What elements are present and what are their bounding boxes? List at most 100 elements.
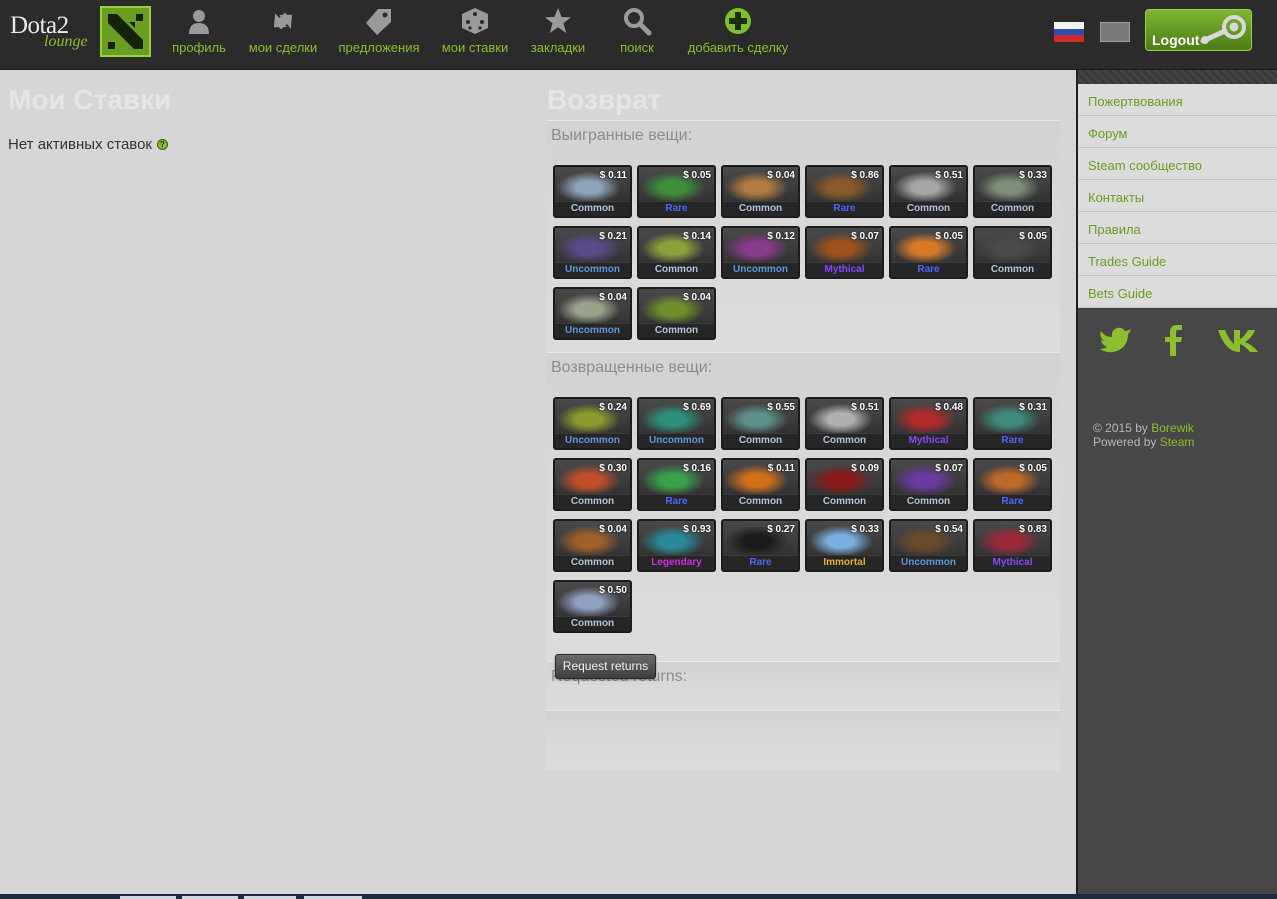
nav-search[interactable]: поиск: [612, 6, 662, 62]
sidebar-link-donations[interactable]: Пожертвования: [1078, 84, 1277, 116]
logout-button[interactable]: Logout: [1145, 9, 1252, 51]
item-rarity: Common: [639, 263, 714, 277]
item-card[interactable]: $ 0.16 Rare: [637, 458, 716, 511]
item-rarity: Mythical: [807, 263, 882, 277]
item-card[interactable]: $ 0.04 Common: [721, 165, 800, 218]
footer-author-link[interactable]: Borewik: [1151, 421, 1194, 435]
item-card[interactable]: $ 0.24 Uncommon: [553, 397, 632, 450]
item-rarity: Common: [975, 202, 1050, 216]
item-card[interactable]: $ 0.04 Common: [637, 287, 716, 340]
header-bar: Dota2 lounge профиль мои сделки предложе…: [0, 0, 1277, 70]
item-card[interactable]: $ 0.05 Common: [973, 226, 1052, 279]
item-rarity: Common: [891, 495, 966, 509]
item-price: $ 0.12: [767, 231, 795, 242]
item-price: $ 0.24: [599, 402, 627, 413]
request-area: [546, 710, 1060, 770]
item-rarity: Uncommon: [555, 324, 630, 338]
item-price: $ 0.04: [683, 292, 711, 303]
sidebar-link-forum[interactable]: Форум: [1078, 116, 1277, 148]
dota2-lounge-logo[interactable]: Dota2 lounge: [8, 6, 153, 58]
item-card[interactable]: $ 0.54 Uncommon: [889, 519, 968, 572]
item-card[interactable]: $ 0.31 Rare: [973, 397, 1052, 450]
item-card[interactable]: $ 0.04 Uncommon: [553, 287, 632, 340]
item-rarity: Rare: [639, 495, 714, 509]
item-card[interactable]: $ 0.55 Common: [721, 397, 800, 450]
item-card[interactable]: $ 0.07 Mythical: [805, 226, 884, 279]
item-card[interactable]: $ 0.51 Common: [889, 165, 968, 218]
sidebar-link-bets-guide[interactable]: Bets Guide: [1078, 276, 1277, 308]
item-card[interactable]: $ 0.11 Common: [553, 165, 632, 218]
no-active-bets-text: Нет активных ставок: [8, 136, 152, 153]
russian-flag-icon[interactable]: [1054, 22, 1084, 42]
item-card[interactable]: $ 0.11 Common: [721, 458, 800, 511]
item-card[interactable]: $ 0.51 Common: [805, 397, 884, 450]
vk-icon[interactable]: [1216, 323, 1262, 357]
tag-icon: [366, 9, 391, 35]
sidebar-link-trades-guide[interactable]: Trades Guide: [1078, 244, 1277, 276]
item-card[interactable]: $ 0.05 Rare: [637, 165, 716, 218]
nav-my-trades[interactable]: мои сделки: [244, 6, 322, 62]
item-card[interactable]: $ 0.14 Common: [637, 226, 716, 279]
nav-profile[interactable]: профиль: [168, 6, 230, 62]
steam-logo-icon: [1200, 15, 1246, 44]
item-rarity: Common: [555, 202, 630, 216]
item-price: $ 0.05: [1019, 463, 1047, 474]
item-rarity: Uncommon: [723, 263, 798, 277]
item-card[interactable]: $ 0.21 Uncommon: [553, 226, 632, 279]
item-card[interactable]: $ 0.27 Rare: [721, 519, 800, 572]
nav-bookmarks-label: закладки: [530, 40, 586, 55]
footer-steam-link[interactable]: Steam: [1160, 435, 1195, 449]
item-price: $ 0.11: [599, 170, 627, 181]
item-rarity: Common: [723, 495, 798, 509]
item-price: $ 0.48: [935, 402, 963, 413]
item-card[interactable]: $ 0.86 Rare: [805, 165, 884, 218]
item-price: $ 0.09: [851, 463, 879, 474]
item-rarity: Uncommon: [555, 263, 630, 277]
item-card[interactable]: $ 0.33 Immortal: [805, 519, 884, 572]
item-rarity: Rare: [639, 202, 714, 216]
item-rarity: Common: [807, 434, 882, 448]
facebook-icon[interactable]: [1156, 323, 1192, 357]
item-card[interactable]: $ 0.07 Common: [889, 458, 968, 511]
item-card[interactable]: $ 0.83 Mythical: [973, 519, 1052, 572]
item-price: $ 0.04: [599, 292, 627, 303]
item-card[interactable]: $ 0.05 Rare: [973, 458, 1052, 511]
footer-powered: Powered by: [1093, 435, 1157, 449]
nav-add-trade[interactable]: добавить сделку: [682, 6, 794, 62]
nav-my-bets-label: мои ставки: [441, 40, 509, 55]
won-items-grid: $ 0.11 Common $ 0.05 Rare $ 0.04 Common $ 0.86…: [553, 165, 1063, 341]
english-flag-icon[interactable]: [1100, 22, 1130, 42]
item-price: $ 0.30: [599, 463, 627, 474]
sidebar-link-rules[interactable]: Правила: [1078, 212, 1277, 244]
help-icon[interactable]: ?: [157, 139, 168, 150]
item-card[interactable]: $ 0.48 Mythical: [889, 397, 968, 450]
item-rarity: Immortal: [807, 556, 882, 570]
item-card[interactable]: $ 0.09 Common: [805, 458, 884, 511]
item-price: $ 0.05: [1019, 231, 1047, 242]
item-card[interactable]: $ 0.12 Uncommon: [721, 226, 800, 279]
item-rarity: Common: [723, 202, 798, 216]
item-card[interactable]: $ 0.05 Rare: [889, 226, 968, 279]
item-card[interactable]: $ 0.93 Legendary: [637, 519, 716, 572]
twitter-icon[interactable]: [1098, 323, 1134, 357]
sidebar-link-contacts[interactable]: Контакты: [1078, 180, 1277, 212]
item-card[interactable]: $ 0.04 Common: [553, 519, 632, 572]
nav-add-trade-label: добавить сделку: [687, 40, 789, 55]
item-rarity: Common: [639, 324, 714, 338]
item-rarity: Legendary: [639, 556, 714, 570]
nav-offers[interactable]: предложения: [334, 6, 424, 62]
item-card[interactable]: $ 0.33 Common: [973, 165, 1052, 218]
item-card[interactable]: $ 0.69 Uncommon: [637, 397, 716, 450]
nav-bookmarks[interactable]: закладки: [526, 6, 590, 62]
item-rarity: Common: [555, 495, 630, 509]
dice-icon: [462, 8, 488, 34]
plus-circle-icon: [725, 8, 751, 34]
item-card[interactable]: $ 0.30 Common: [553, 458, 632, 511]
item-price: $ 0.11: [767, 463, 795, 474]
nav-my-bets[interactable]: мои ставки: [436, 6, 514, 62]
item-card[interactable]: $ 0.50 Common: [553, 580, 632, 633]
item-price: $ 0.86: [851, 170, 879, 181]
sidebar-link-steam-community[interactable]: Steam сообщество: [1078, 148, 1277, 180]
item-rarity: Uncommon: [639, 434, 714, 448]
request-returns-button[interactable]: Request returns: [555, 654, 656, 679]
